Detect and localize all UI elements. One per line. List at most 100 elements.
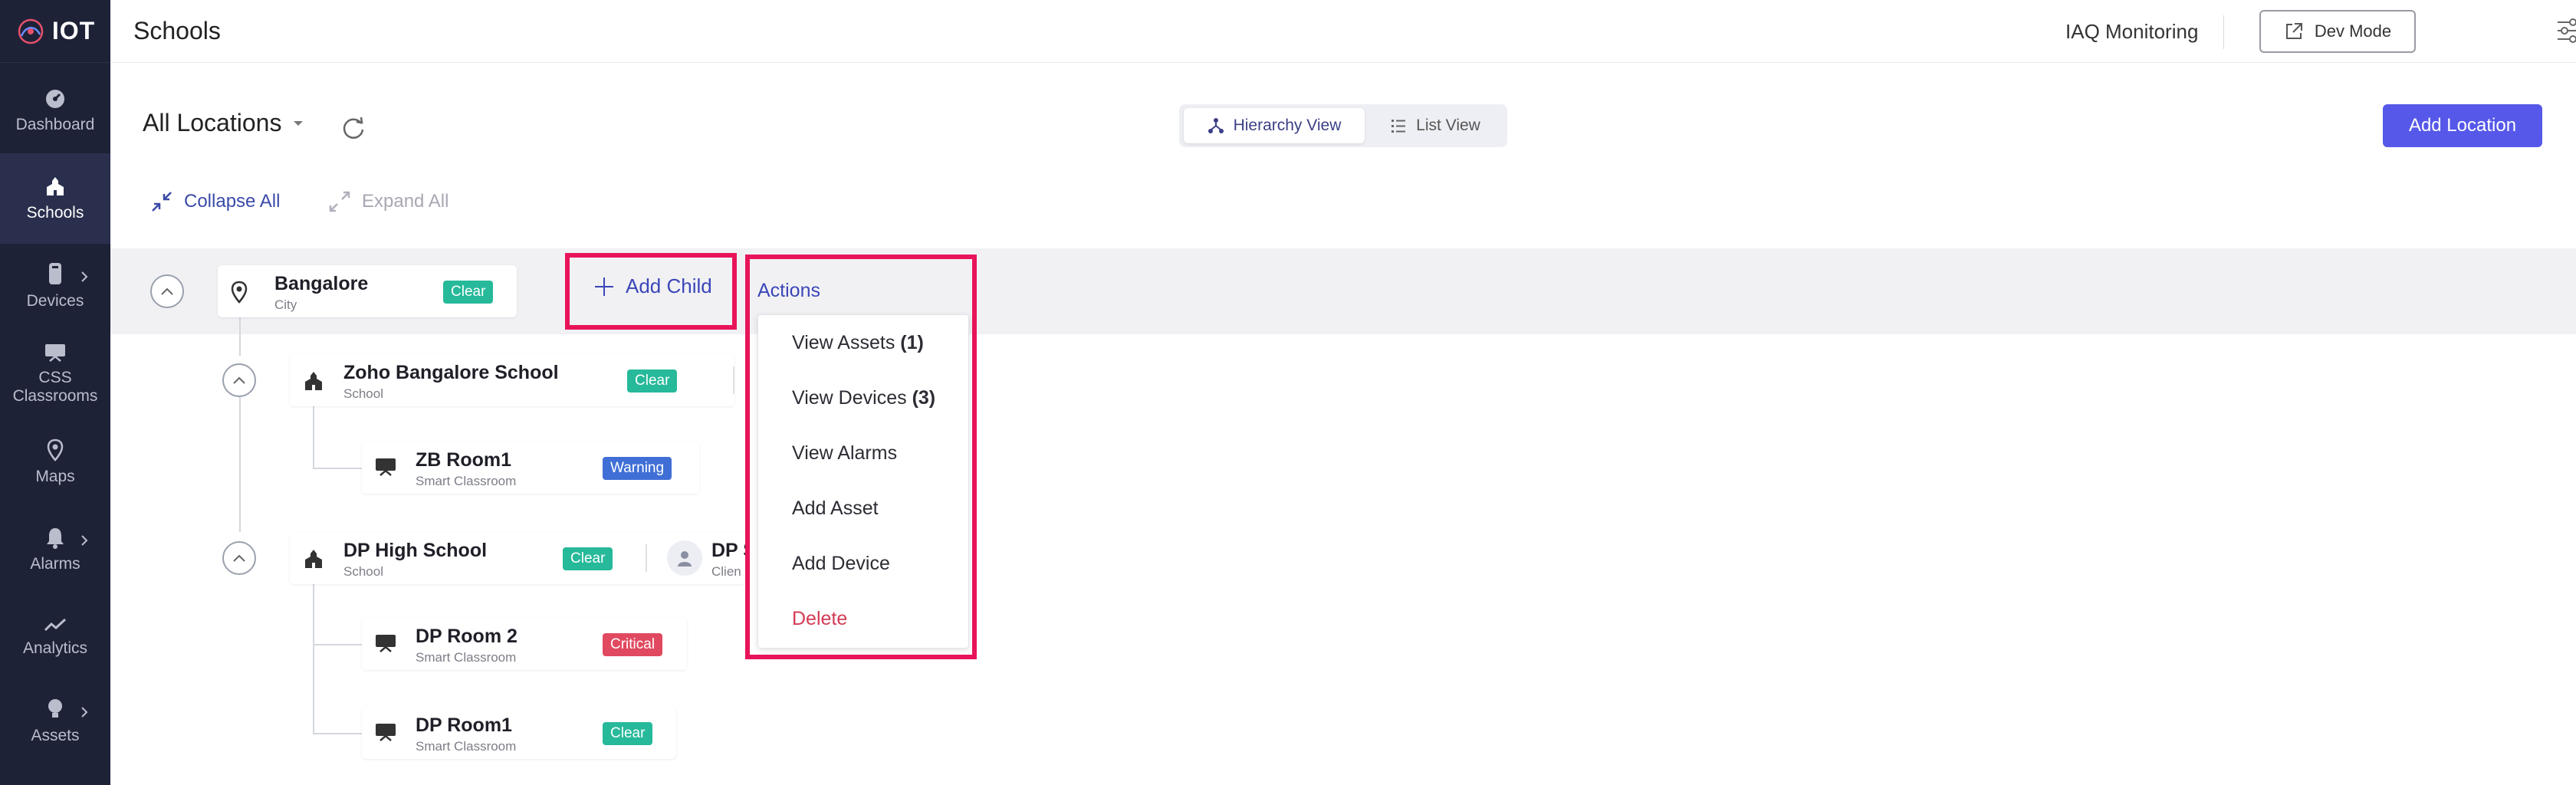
external-link-icon (2285, 23, 2302, 39)
collapse-node-button[interactable] (150, 274, 184, 308)
node-dp-room-2[interactable]: DP Room 2 Smart Classroom Critical (362, 618, 687, 670)
tree-line (313, 644, 362, 645)
chevron-right-icon (81, 535, 88, 546)
sidebar-item-label: Schools (26, 204, 84, 222)
sidebar-item-analytics[interactable]: Analytics (0, 595, 110, 679)
sidebar-item-assets[interactable]: Assets (0, 679, 110, 764)
list-view-button[interactable]: List View (1368, 108, 1503, 143)
node-zoho-bangalore-school[interactable]: Zoho Bangalore School School Clear (290, 354, 734, 406)
client-type: Clien (711, 564, 741, 579)
brand[interactable]: IOT (0, 0, 110, 63)
menu-item-count: (1) (900, 332, 924, 353)
analytics-icon (44, 618, 67, 632)
classroom-icon (45, 344, 65, 362)
node-type: Smart Classroom (416, 650, 517, 665)
dev-mode-button[interactable]: Dev Mode (2259, 10, 2416, 53)
expand-all-label: Expand All (362, 191, 449, 212)
bulb-icon (48, 699, 62, 718)
brand-logo-icon (18, 18, 44, 44)
node-type: City (274, 297, 297, 312)
school-icon (305, 550, 322, 568)
menu-item-label: View Assets (792, 332, 895, 353)
menu-item-delete[interactable]: Delete (792, 608, 847, 630)
user-icon (678, 551, 692, 567)
add-child-button[interactable]: Add Child (593, 274, 712, 298)
status-badge: Warning (603, 457, 672, 480)
sidebar: IOT Dashboard Schools Devices CSS Classr… (0, 0, 110, 785)
school-icon (305, 372, 322, 390)
separator (646, 544, 647, 572)
chevron-up-icon (161, 287, 173, 295)
tree-line (313, 468, 362, 469)
classroom-icon (376, 635, 396, 652)
add-location-button[interactable]: Add Location (2383, 104, 2542, 147)
client-avatar (667, 540, 702, 576)
plus-icon (595, 277, 613, 296)
actions-button[interactable]: Actions (757, 280, 820, 302)
tree-line (239, 317, 241, 356)
classroom-icon (376, 724, 396, 741)
app-name[interactable]: IAQ Monitoring (2065, 20, 2198, 44)
hierarchy-view-label: Hierarchy View (1233, 117, 1342, 134)
sidebar-item-devices[interactable]: Devices (0, 244, 110, 328)
sidebar-item-schools[interactable]: Schools (0, 153, 110, 244)
menu-item-add-asset[interactable]: Add Asset (792, 498, 879, 520)
menu-item-add-device[interactable]: Add Device (792, 553, 890, 575)
status-badge: Clear (627, 370, 678, 392)
sidebar-item-label: Alarms (30, 555, 80, 573)
chevron-up-icon (233, 376, 245, 384)
actions-menu: View Assets (1) View Devices (3) View Al… (757, 314, 969, 649)
collapse-node-button[interactable] (222, 541, 256, 575)
collapse-node-button[interactable] (222, 363, 256, 397)
school-icon (47, 177, 64, 195)
add-child-label: Add Child (626, 274, 712, 297)
menu-item-view-alarms[interactable]: View Alarms (792, 442, 897, 465)
location-filter-label: All Locations (143, 109, 282, 136)
top-header: Schools IAQ Monitoring Dev Mode (110, 0, 2576, 63)
menu-item-view-assets[interactable]: View Assets (1) (792, 332, 924, 354)
sidebar-item-dashboard[interactable]: Dashboard (0, 69, 110, 153)
sidebar-item-label: Maps (35, 468, 75, 485)
map-pin-icon (231, 281, 248, 304)
node-name: Zoho Bangalore School (343, 362, 559, 383)
bell-icon (47, 528, 64, 549)
sidebar-item-css-classrooms[interactable]: CSS Classrooms (0, 328, 110, 420)
status-badge: Clear (563, 547, 613, 570)
settings-sliders-icon[interactable] (2556, 17, 2576, 44)
location-filter-dropdown[interactable]: All Locations (143, 109, 304, 137)
status-badge: Critical (603, 633, 663, 656)
status-badge: Clear (603, 722, 653, 745)
node-name: ZB Room1 (416, 449, 511, 471)
refresh-icon[interactable] (340, 115, 366, 141)
node-dp-high-school[interactable]: DP High School School Clear DP Sc Clien (290, 532, 745, 584)
status-badge: Clear (443, 281, 494, 304)
node-name: Bangalore (274, 273, 369, 294)
chevron-up-icon (233, 554, 245, 562)
node-zb-room1[interactable]: ZB Room1 Smart Classroom Warning (362, 442, 699, 494)
hierarchy-view-button[interactable]: Hierarchy View (1184, 108, 1365, 143)
tree-line (313, 406, 314, 468)
node-name: DP High School (343, 540, 488, 561)
gauge-icon (46, 90, 64, 108)
node-bangalore[interactable]: Bangalore City Clear (218, 265, 517, 317)
sidebar-item-alarms[interactable]: Alarms (0, 504, 110, 595)
tree-line (313, 733, 362, 734)
map-pin-icon (47, 438, 64, 461)
separator (733, 366, 734, 394)
page-title: Schools (133, 17, 221, 44)
tree-line (313, 584, 314, 734)
expand-all-button[interactable]: Expand All (328, 190, 449, 213)
expand-icon (329, 191, 350, 212)
collapse-all-button[interactable]: Collapse All (150, 190, 280, 213)
node-name: DP Room1 (416, 714, 512, 736)
node-dp-room1[interactable]: DP Room1 Smart Classroom Clear (362, 707, 676, 759)
node-name: DP Room 2 (416, 626, 518, 647)
collapse-icon (152, 192, 172, 212)
sidebar-item-label: Assets (31, 727, 80, 744)
sidebar-item-label: Dashboard (15, 116, 95, 133)
sidebar-item-maps[interactable]: Maps (0, 420, 110, 504)
sidebar-item-label: CSS Classrooms (12, 369, 98, 405)
view-toggle: Hierarchy View List View (1179, 104, 1507, 147)
tree-line (239, 397, 241, 532)
menu-item-view-devices[interactable]: View Devices (3) (792, 387, 935, 409)
